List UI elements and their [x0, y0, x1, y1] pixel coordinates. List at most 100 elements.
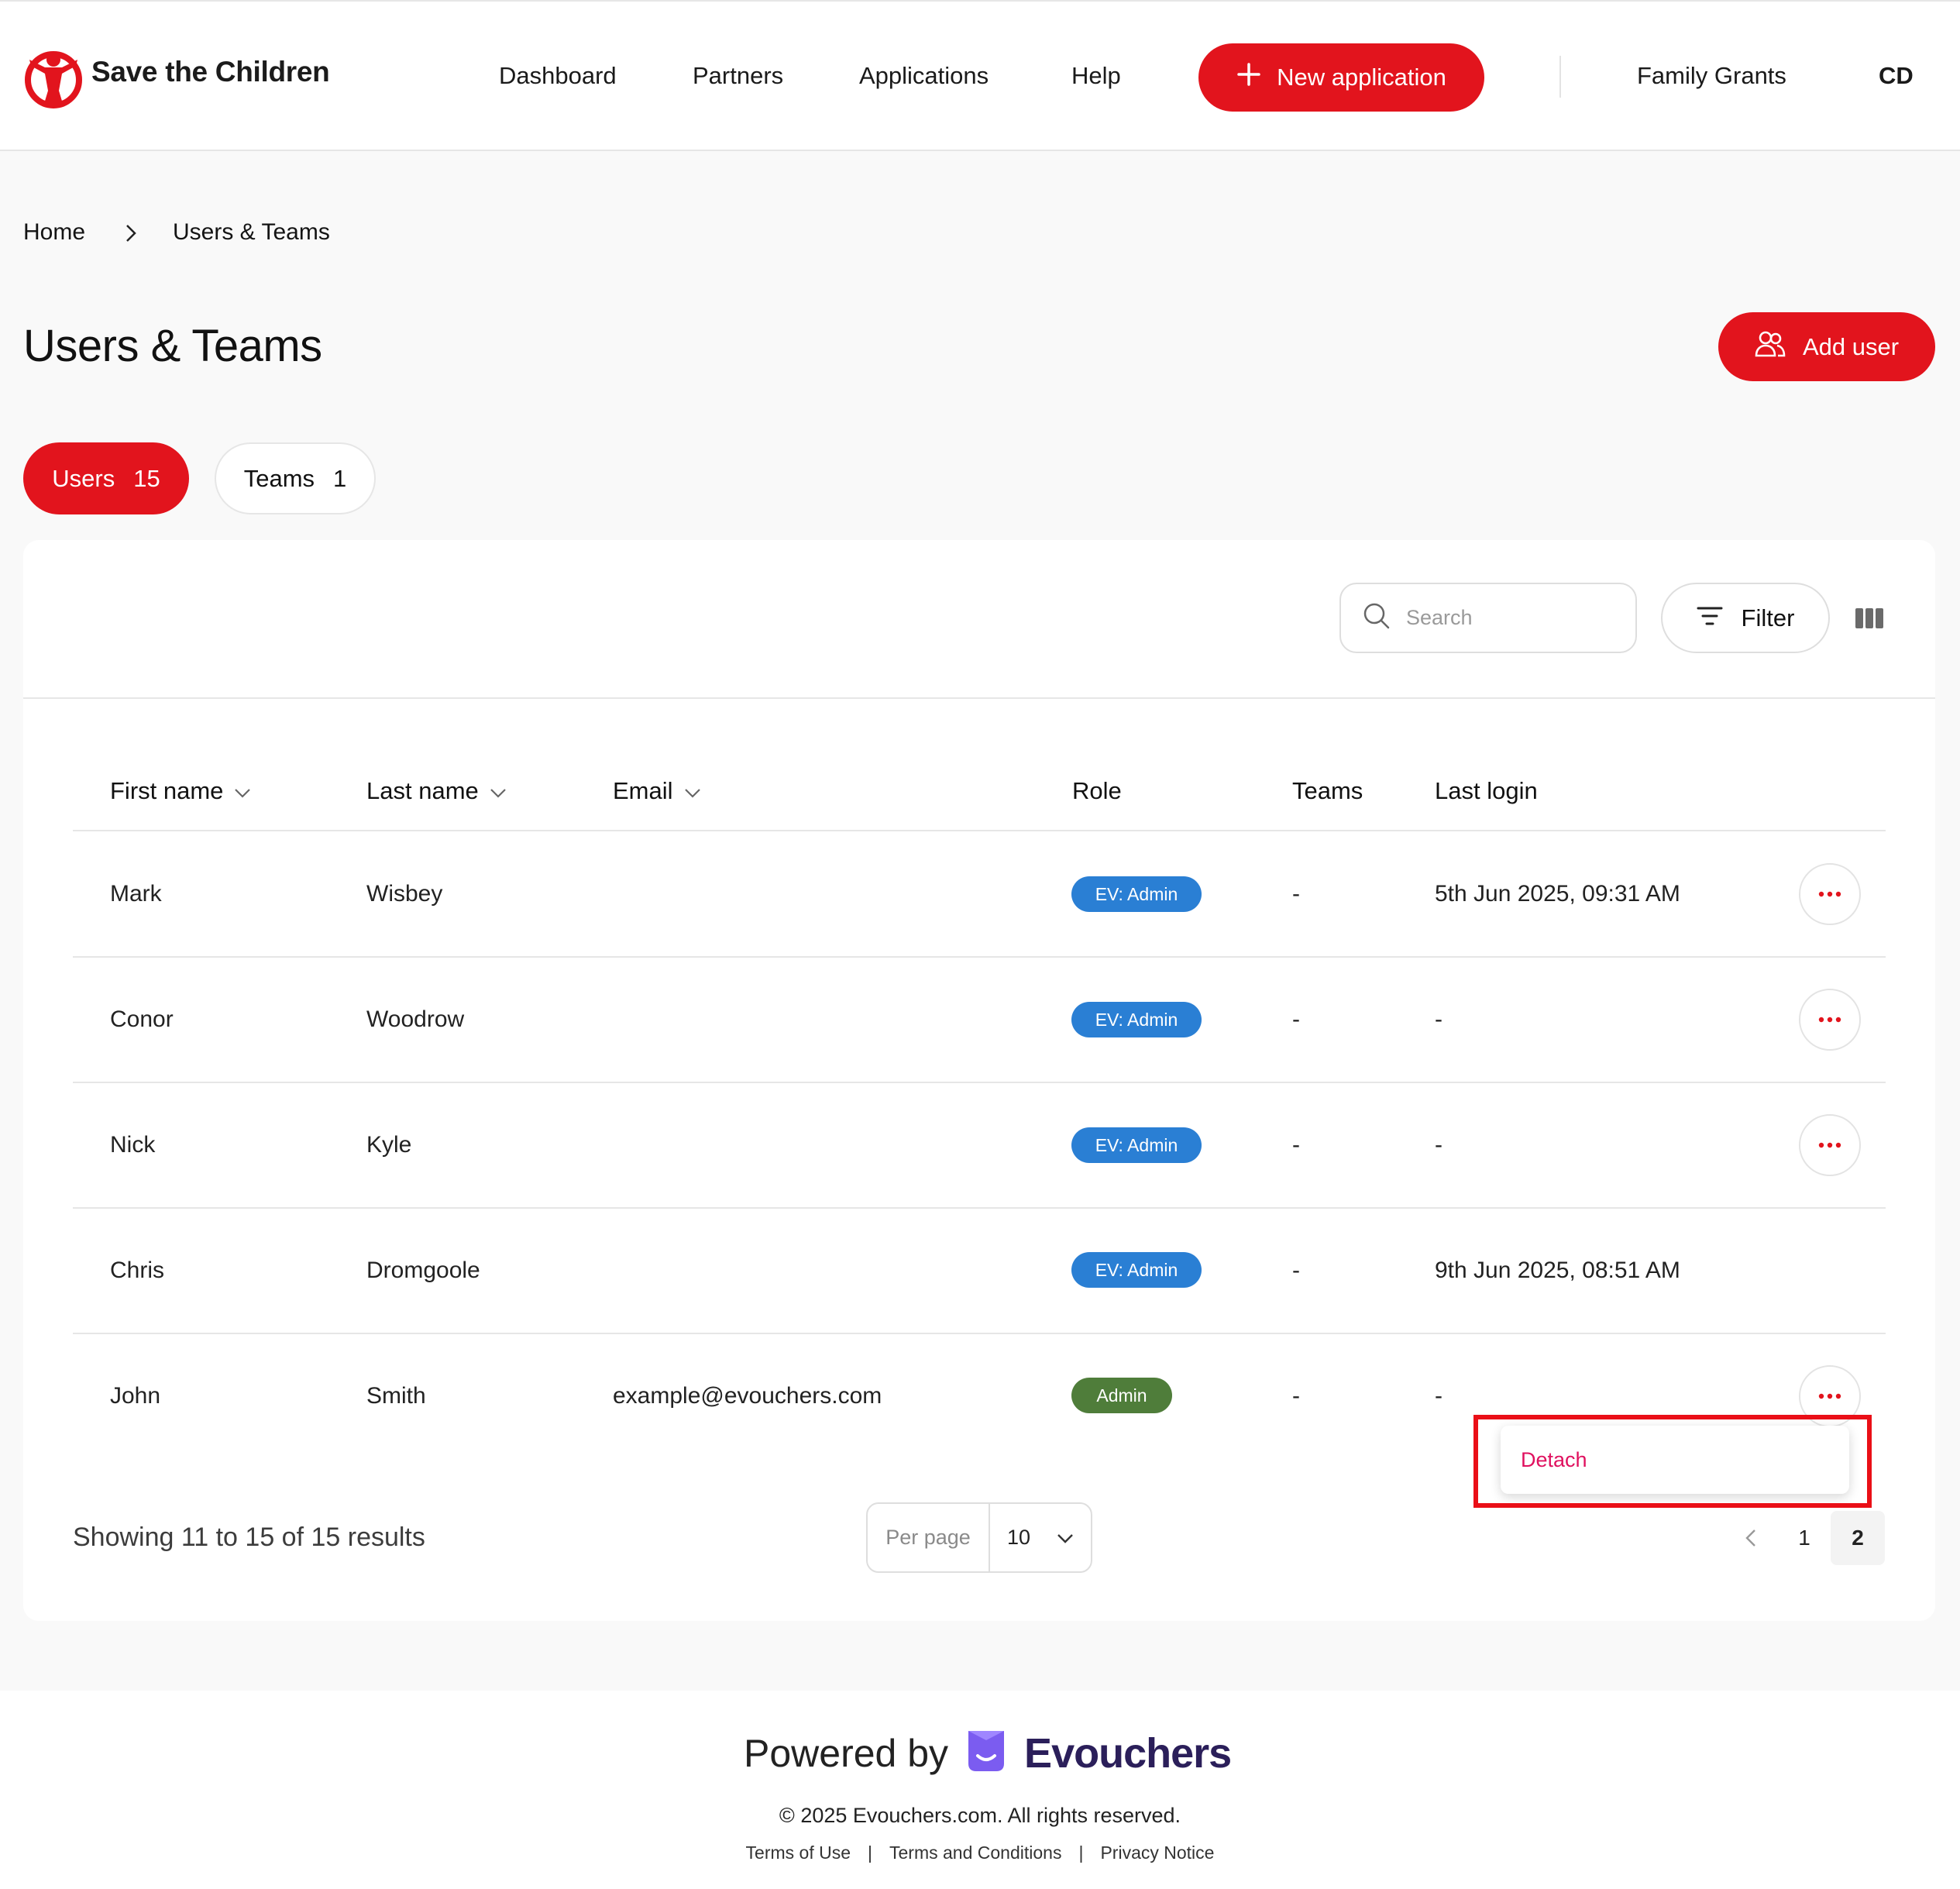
header-divider-line	[73, 830, 1886, 831]
tab-users-count: 15	[133, 464, 160, 492]
terms-and-conditions-link[interactable]: Terms and Conditions	[889, 1843, 1061, 1863]
chevron-down-icon	[234, 777, 251, 805]
per-page-select[interactable]: Per page 10	[866, 1502, 1092, 1573]
page-button-1[interactable]: 1	[1777, 1511, 1831, 1565]
toolbar-divider	[23, 697, 1935, 699]
tab-teams-label: Teams	[243, 464, 315, 492]
role-badge: EV: Admin	[1071, 1002, 1202, 1037]
cell-last-name: Wisbey	[366, 881, 443, 907]
row-actions-button[interactable]	[1799, 989, 1861, 1051]
user-avatar[interactable]: CD	[1879, 62, 1914, 90]
cell-first-name: Mark	[110, 881, 162, 907]
search-input[interactable]	[1406, 606, 1608, 630]
nav-partners[interactable]: Partners	[693, 62, 783, 90]
column-label: First name	[110, 777, 224, 804]
more-dots-icon	[1818, 1393, 1841, 1399]
filter-button[interactable]: Filter	[1661, 583, 1830, 653]
row-divider	[73, 1333, 1886, 1334]
column-header-role: Role	[1072, 777, 1122, 805]
role-badge: EV: Admin	[1071, 876, 1202, 912]
save-the-children-logo-icon[interactable]	[22, 44, 85, 111]
row-divider	[73, 1207, 1886, 1209]
cell-first-name: Nick	[110, 1132, 156, 1158]
per-page-label: Per page	[868, 1504, 990, 1571]
evouchers-logo-icon[interactable]	[965, 1728, 1007, 1778]
column-label: Last name	[366, 777, 479, 804]
row-actions-button[interactable]	[1799, 863, 1861, 925]
filter-icon	[1697, 604, 1723, 632]
chevron-left-icon	[1745, 1529, 1755, 1547]
page-title: Users & Teams	[23, 321, 322, 371]
row-divider	[73, 1082, 1886, 1083]
powered-by: Powered by Evouchers	[744, 1728, 1232, 1778]
more-dots-icon	[1818, 1017, 1841, 1023]
privacy-notice-link[interactable]: Privacy Notice	[1100, 1843, 1214, 1863]
columns-toggle-icon[interactable]	[1855, 607, 1884, 634]
column-header-last-login: Last login	[1435, 777, 1538, 805]
link-separator: |	[1078, 1843, 1084, 1863]
new-application-label: New application	[1277, 64, 1446, 91]
top-header: Save the Children Dashboard Partners App…	[0, 0, 1960, 151]
evouchers-brand[interactable]: Evouchers	[1024, 1729, 1232, 1777]
column-label: Email	[613, 777, 673, 804]
tab-users[interactable]: Users 15	[23, 442, 189, 514]
nav-dashboard[interactable]: Dashboard	[499, 62, 617, 90]
cell-last-name: Smith	[366, 1383, 426, 1409]
prev-page-button[interactable]	[1724, 1511, 1778, 1565]
cell-last-login: 9th Jun 2025, 08:51 AM	[1435, 1258, 1680, 1283]
results-summary: Showing 11 to 15 of 15 results	[73, 1523, 425, 1552]
per-page-dropdown[interactable]: 10	[990, 1504, 1091, 1571]
nav-help[interactable]: Help	[1071, 62, 1121, 90]
role-badge: EV: Admin	[1071, 1252, 1202, 1288]
breadcrumb-current: Users & Teams	[173, 219, 330, 245]
tab-teams-count: 1	[333, 464, 347, 492]
chevron-right-icon	[124, 223, 138, 247]
search-box[interactable]	[1339, 583, 1637, 653]
column-header-last-name[interactable]: Last name	[366, 777, 507, 805]
row-divider	[73, 956, 1886, 958]
cell-teams: -	[1292, 1258, 1300, 1283]
cell-email: example@evouchers.com	[613, 1383, 882, 1409]
new-application-button[interactable]: New application	[1198, 43, 1484, 112]
row-actions-button[interactable]	[1799, 1114, 1861, 1176]
search-icon	[1363, 602, 1391, 634]
cell-teams: -	[1292, 1006, 1300, 1032]
page-button-2[interactable]: 2	[1831, 1511, 1885, 1565]
role-badge: EV: Admin	[1071, 1127, 1202, 1163]
highlight-box	[1473, 1415, 1872, 1508]
cell-teams: -	[1292, 881, 1300, 907]
add-user-button[interactable]: Add user	[1718, 312, 1935, 381]
column-label: Role	[1072, 777, 1122, 804]
breadcrumb-home[interactable]: Home	[23, 219, 85, 246]
column-header-first-name[interactable]: First name	[110, 777, 251, 805]
org-switcher[interactable]: Family Grants	[1637, 62, 1786, 90]
column-label: Teams	[1292, 777, 1363, 804]
chevron-down-icon	[1057, 1526, 1074, 1550]
more-dots-icon	[1818, 1142, 1841, 1148]
column-label: Last login	[1435, 777, 1538, 804]
tab-users-label: Users	[52, 464, 115, 492]
more-dots-icon	[1818, 891, 1841, 897]
header-divider	[1559, 56, 1561, 98]
cell-last-login: -	[1435, 1132, 1442, 1158]
cell-last-name: Kyle	[366, 1132, 412, 1158]
add-user-label: Add user	[1802, 332, 1900, 360]
users-icon	[1755, 330, 1786, 364]
terms-of-use-link[interactable]: Terms of Use	[746, 1843, 851, 1863]
column-header-teams: Teams	[1292, 777, 1363, 805]
cell-last-login: -	[1435, 1383, 1442, 1409]
cell-first-name: Conor	[110, 1006, 174, 1032]
nav-applications[interactable]: Applications	[859, 62, 989, 90]
tab-teams[interactable]: Teams 1	[215, 442, 376, 514]
role-badge: Admin	[1071, 1378, 1172, 1413]
column-header-email[interactable]: Email	[613, 777, 701, 805]
cell-first-name: Chris	[110, 1258, 165, 1283]
chevron-down-icon	[684, 777, 701, 805]
brand-name[interactable]: Save the Children	[91, 56, 330, 88]
cell-last-login: 5th Jun 2025, 09:31 AM	[1435, 881, 1680, 907]
filter-label: Filter	[1741, 604, 1795, 631]
cell-teams: -	[1292, 1132, 1300, 1158]
powered-by-label: Powered by	[744, 1731, 949, 1775]
cell-teams: -	[1292, 1383, 1300, 1409]
cell-last-name: Dromgoole	[366, 1258, 480, 1283]
